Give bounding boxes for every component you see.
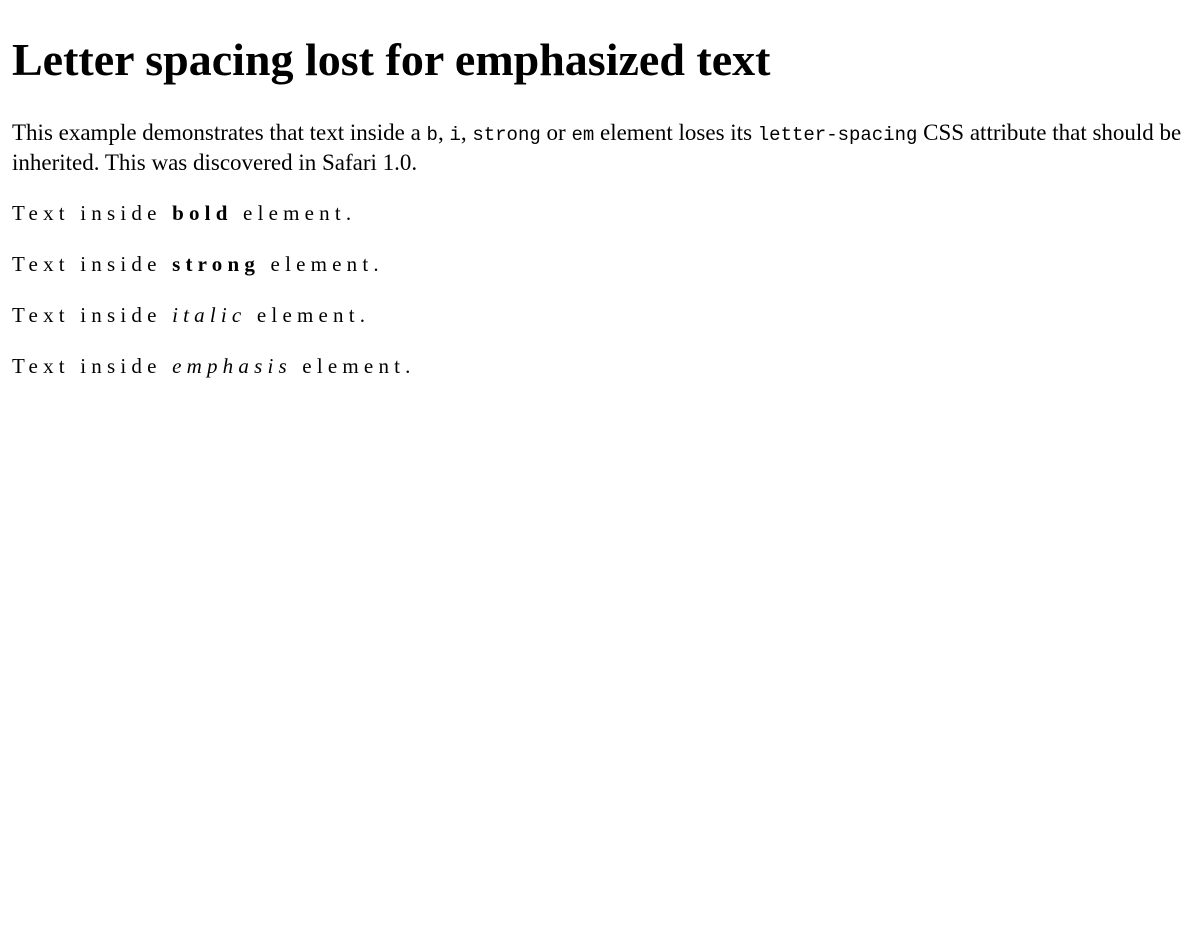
code-b: b [426, 123, 438, 146]
example-prefix: Text inside [12, 353, 173, 378]
example-bold: Text inside bold element. [12, 200, 1188, 227]
emphasis-text: emphasis [172, 353, 292, 378]
italic-text: italic [172, 302, 247, 327]
example-suffix: element. [291, 353, 416, 378]
intro-text-2: , [437, 119, 450, 145]
code-letter-spacing: letter-spacing [757, 123, 918, 146]
code-i: i [449, 123, 461, 146]
code-em: em [571, 123, 595, 146]
strong-text: strong [172, 251, 261, 276]
intro-text-1: This example demonstrates that text insi… [12, 119, 427, 145]
code-strong: strong [472, 123, 541, 146]
intro-text-4: or [540, 119, 572, 145]
example-italic: Text inside italic element. [12, 302, 1188, 329]
intro-text-5: element loses its [594, 119, 758, 145]
intro-paragraph: This example demonstrates that text insi… [12, 119, 1188, 176]
page-title: Letter spacing lost for emphasized text [12, 34, 771, 85]
example-prefix: Text inside [12, 251, 173, 276]
example-prefix: Text inside [12, 200, 173, 225]
example-suffix: element. [260, 251, 384, 276]
example-suffix: element. [246, 302, 371, 327]
example-emphasis: Text inside emphasis element. [12, 353, 1188, 380]
example-strong: Text inside strong element. [12, 251, 1188, 278]
example-prefix: Text inside [12, 302, 173, 327]
intro-text-3: , [460, 119, 473, 145]
example-suffix: element. [232, 200, 357, 225]
bold-text: bold [172, 200, 233, 225]
